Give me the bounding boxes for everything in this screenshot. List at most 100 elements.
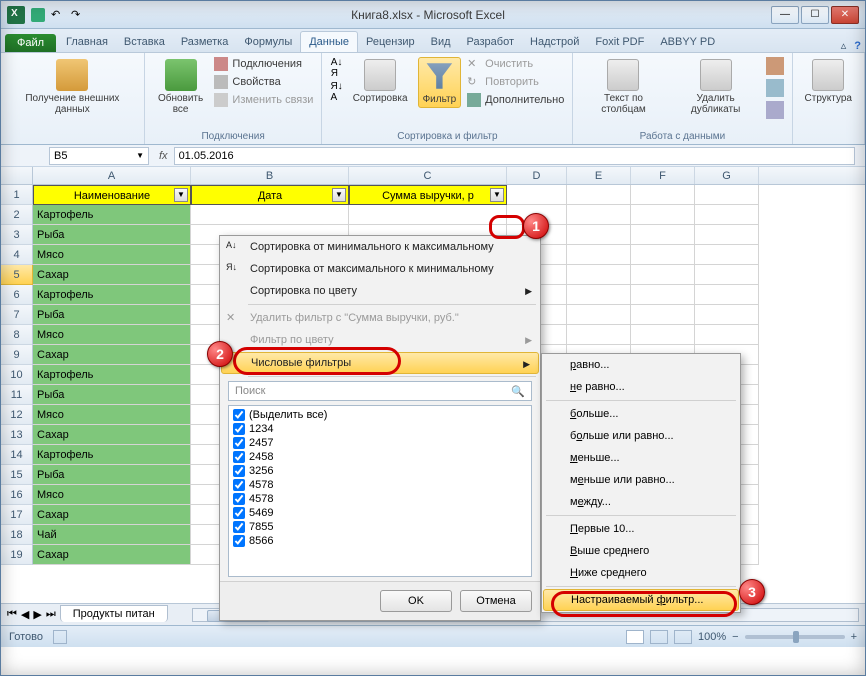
filter-between-item[interactable]: между... (542, 491, 740, 513)
cell[interactable] (631, 225, 695, 245)
cell[interactable]: Мясо (33, 325, 191, 345)
reapply-button[interactable]: ↻Повторить (467, 75, 564, 89)
cell[interactable]: Картофель (33, 365, 191, 385)
view-layout-icon[interactable] (650, 630, 668, 644)
quick-access-toolbar[interactable]: ↶ ↷ (31, 8, 85, 22)
cell[interactable] (567, 285, 631, 305)
close-button[interactable]: ✕ (831, 6, 859, 24)
cell[interactable] (567, 245, 631, 265)
sheet-nav-next-icon[interactable]: ▶ (33, 608, 41, 621)
name-box[interactable]: B5▼ (49, 147, 149, 165)
filter-less-eq-item[interactable]: меньше или равно... (542, 469, 740, 491)
cancel-button[interactable]: Отмена (460, 590, 532, 612)
filter-value-item[interactable]: 4578 (231, 492, 529, 506)
view-break-icon[interactable] (674, 630, 692, 644)
row-header[interactable]: 18 (1, 525, 33, 545)
zoom-out-icon[interactable]: − (732, 631, 738, 643)
consolidate-icon[interactable] (766, 79, 784, 97)
cell[interactable]: Сахар (33, 425, 191, 445)
filter-value-item[interactable]: (Выделить все) (231, 408, 529, 422)
cell[interactable] (567, 325, 631, 345)
cell[interactable] (507, 185, 567, 205)
col-header[interactable]: C (349, 167, 507, 184)
row-header[interactable]: 6 (1, 285, 33, 305)
tab-layout[interactable]: Разметка (173, 32, 237, 52)
filter-values-list[interactable]: (Выделить все)12342457245832564578457854… (228, 405, 532, 577)
data-validation-icon[interactable] (766, 57, 784, 75)
cell[interactable] (631, 245, 695, 265)
filter-dropdown-icon[interactable]: ▼ (332, 188, 346, 202)
cell[interactable] (695, 285, 759, 305)
minimize-button[interactable]: — (771, 6, 799, 24)
cell[interactable]: Картофель (33, 205, 191, 225)
sort-ascending-item[interactable]: А↓Сортировка от минимального к максималь… (220, 236, 540, 258)
zoom-slider[interactable] (745, 635, 845, 639)
filter-top10-item[interactable]: Первые 10... (542, 518, 740, 540)
filter-value-item[interactable]: 4578 (231, 478, 529, 492)
column-header-cell[interactable]: Дата▼ (191, 185, 349, 205)
external-data-button[interactable]: Получение внешних данных (9, 57, 136, 117)
row-header[interactable]: 19 (1, 545, 33, 565)
cell[interactable]: Картофель (33, 285, 191, 305)
row-header[interactable]: 10 (1, 365, 33, 385)
row-header[interactable]: 2 (1, 205, 33, 225)
filter-custom-item[interactable]: Настраиваемый фильтр... (543, 589, 739, 611)
sheet-nav-prev-icon[interactable]: ◀ (21, 608, 29, 621)
row-header[interactable]: 11 (1, 385, 33, 405)
cell[interactable]: Рыба (33, 225, 191, 245)
column-header-cell[interactable]: Наименование▼ (33, 185, 191, 205)
cell[interactable] (567, 305, 631, 325)
filter-checkbox[interactable] (233, 465, 245, 477)
cell[interactable]: Рыба (33, 385, 191, 405)
filter-checkbox[interactable] (233, 535, 245, 547)
ok-button[interactable]: OK (380, 590, 452, 612)
cell[interactable] (631, 185, 695, 205)
filter-value-item[interactable]: 7855 (231, 520, 529, 534)
cell[interactable] (695, 265, 759, 285)
cell[interactable] (349, 205, 507, 225)
row-header[interactable]: 9 (1, 345, 33, 365)
tab-foxit[interactable]: Foxit PDF (587, 32, 652, 52)
row-header[interactable]: 13 (1, 425, 33, 445)
tab-review[interactable]: Рецензир (358, 32, 423, 52)
filter-value-item[interactable]: 1234 (231, 422, 529, 436)
file-tab[interactable]: Файл (5, 34, 56, 52)
filter-equals-item[interactable]: равно... (542, 354, 740, 376)
sort-by-color-item[interactable]: Сортировка по цвету▶ (220, 280, 540, 302)
undo-icon[interactable]: ↶ (51, 8, 65, 22)
advanced-button[interactable]: Дополнительно (467, 93, 564, 107)
filter-value-item[interactable]: 2457 (231, 436, 529, 450)
cell[interactable] (695, 225, 759, 245)
cell[interactable]: Рыба (33, 305, 191, 325)
col-header[interactable]: A (33, 167, 191, 184)
col-header[interactable]: F (631, 167, 695, 184)
filter-checkbox[interactable] (233, 409, 245, 421)
col-header[interactable]: D (507, 167, 567, 184)
zoom-level[interactable]: 100% (698, 631, 726, 643)
row-header[interactable]: 1 (1, 185, 33, 205)
filter-checkbox[interactable] (233, 479, 245, 491)
filter-notequals-item[interactable]: не равно... (542, 376, 740, 398)
col-header[interactable]: G (695, 167, 759, 184)
cell[interactable] (695, 185, 759, 205)
filter-value-item[interactable]: 8566 (231, 534, 529, 548)
filter-less-item[interactable]: меньше... (542, 447, 740, 469)
cell[interactable]: Картофель (33, 445, 191, 465)
filter-checkbox[interactable] (233, 507, 245, 519)
filter-search-input[interactable]: Поиск🔍 (228, 381, 532, 401)
row-header[interactable]: 15 (1, 465, 33, 485)
whatif-icon[interactable] (766, 101, 784, 119)
cell[interactable] (191, 205, 349, 225)
cell[interactable]: Сахар (33, 265, 191, 285)
tab-formulas[interactable]: Формулы (236, 32, 300, 52)
cell[interactable]: Мясо (33, 485, 191, 505)
tab-addins[interactable]: Надстрой (522, 32, 587, 52)
sheet-nav-last-icon[interactable]: ⏭ (46, 608, 56, 621)
cell[interactable] (567, 205, 631, 225)
filter-above-avg-item[interactable]: Выше среднего (542, 540, 740, 562)
filter-greater-eq-item[interactable]: больше или равно... (542, 425, 740, 447)
filter-greater-item[interactable]: больше... (542, 403, 740, 425)
row-header[interactable]: 14 (1, 445, 33, 465)
sort-asc-icon[interactable]: А↓Я (331, 57, 343, 79)
help-icon[interactable]: ? (854, 40, 861, 52)
